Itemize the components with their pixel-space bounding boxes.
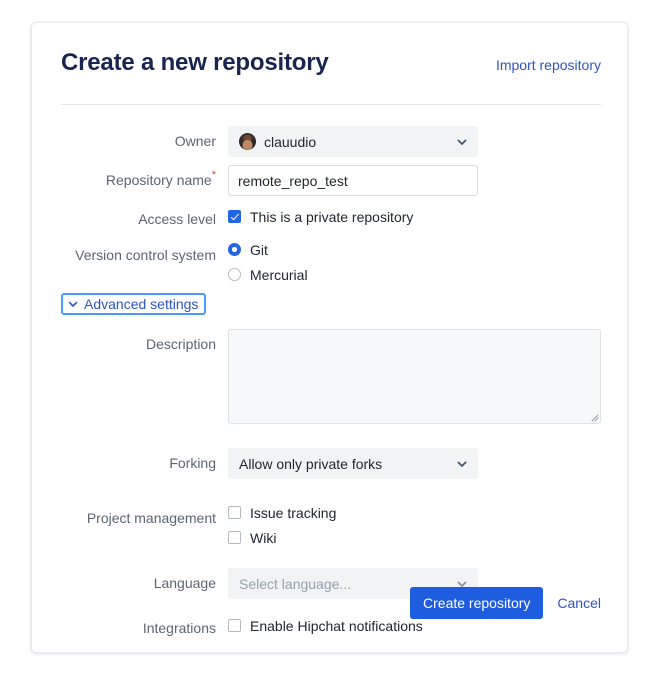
description-textarea[interactable] xyxy=(228,329,601,424)
owner-select[interactable]: clauudio xyxy=(228,126,478,157)
issue-tracking-label: Issue tracking xyxy=(250,504,336,522)
advanced-settings-wrap: Advanced settings xyxy=(61,293,206,315)
form-row-project-management: Project management Issue tracking Wiki xyxy=(61,500,601,550)
create-repository-card: Create a new repository Import repositor… xyxy=(31,22,628,653)
description-field xyxy=(228,329,601,424)
form-row-owner: Owner clauudio xyxy=(61,126,601,157)
advanced-settings-toggle[interactable]: Advanced settings xyxy=(61,293,206,315)
description-label: Description xyxy=(61,329,228,353)
mercurial-radio[interactable] xyxy=(228,268,241,281)
create-repository-page: Create a new repository Import repositor… xyxy=(0,0,660,678)
forking-select-value: Allow only private forks xyxy=(239,456,382,472)
repository-name-label: Repository name* xyxy=(61,165,228,189)
owner-label: Owner xyxy=(61,126,228,150)
card-header: Create a new repository Import repositor… xyxy=(61,48,601,110)
version-control-option-mercurial[interactable]: Mercurial xyxy=(228,262,601,287)
hipchat-checkbox[interactable] xyxy=(228,619,241,632)
form-row-version-control: Version control system Git Mercurial xyxy=(61,237,601,287)
mercurial-label: Mercurial xyxy=(250,266,308,284)
header-divider xyxy=(61,104,601,105)
owner-select-value: clauudio xyxy=(264,134,316,150)
forking-select[interactable]: Allow only private forks xyxy=(228,448,478,479)
form-row-forking: Forking Allow only private forks xyxy=(61,448,601,479)
required-asterisk: * xyxy=(212,169,216,181)
user-avatar-icon xyxy=(239,133,256,150)
git-label: Git xyxy=(250,241,268,259)
access-level-label: Access level xyxy=(61,204,228,228)
version-control-option-git[interactable]: Git xyxy=(228,237,601,262)
git-radio[interactable] xyxy=(228,243,241,256)
page-title: Create a new repository xyxy=(61,48,329,78)
chevron-down-icon xyxy=(67,298,79,310)
access-level-field: This is a private repository xyxy=(228,204,601,229)
hipchat-label: Enable Hipchat notifications xyxy=(250,617,423,635)
repository-form: Owner clauudio Repository name* xyxy=(61,126,601,646)
form-footer: Create repository Cancel xyxy=(61,587,601,619)
import-repository-link[interactable]: Import repository xyxy=(496,56,601,74)
chevron-down-icon xyxy=(456,458,468,470)
forking-label: Forking xyxy=(61,448,228,472)
description-textarea-wrap xyxy=(228,329,601,424)
repository-name-label-text: Repository name xyxy=(106,172,212,188)
issue-tracking-checkbox[interactable] xyxy=(228,506,241,519)
repository-name-input[interactable] xyxy=(228,165,478,196)
private-repository-label: This is a private repository xyxy=(250,208,413,226)
private-repository-checkbox[interactable] xyxy=(228,210,241,223)
chevron-down-icon xyxy=(456,136,468,148)
project-management-field: Issue tracking Wiki xyxy=(228,500,601,550)
cancel-link[interactable]: Cancel xyxy=(557,595,601,611)
forking-field: Allow only private forks xyxy=(228,448,601,479)
form-row-access-level: Access level This is a private repositor… xyxy=(61,204,601,229)
forking-gap xyxy=(61,487,601,500)
repository-name-field xyxy=(228,165,601,196)
form-row-description: Description xyxy=(61,329,601,424)
form-row-repository-name: Repository name* xyxy=(61,165,601,196)
advanced-settings-label: Advanced settings xyxy=(84,296,198,312)
create-repository-button[interactable]: Create repository xyxy=(410,587,543,619)
issue-tracking-option[interactable]: Issue tracking xyxy=(228,500,601,525)
wiki-checkbox[interactable] xyxy=(228,531,241,544)
wiki-label: Wiki xyxy=(250,529,276,547)
version-control-label: Version control system xyxy=(61,237,228,268)
project-management-gap xyxy=(61,558,601,568)
version-control-field: Git Mercurial xyxy=(228,237,601,287)
wiki-option[interactable]: Wiki xyxy=(228,525,601,550)
private-repository-option[interactable]: This is a private repository xyxy=(228,204,601,229)
owner-field: clauudio xyxy=(228,126,601,157)
description-gap xyxy=(61,432,601,448)
project-management-label: Project management xyxy=(61,500,228,531)
